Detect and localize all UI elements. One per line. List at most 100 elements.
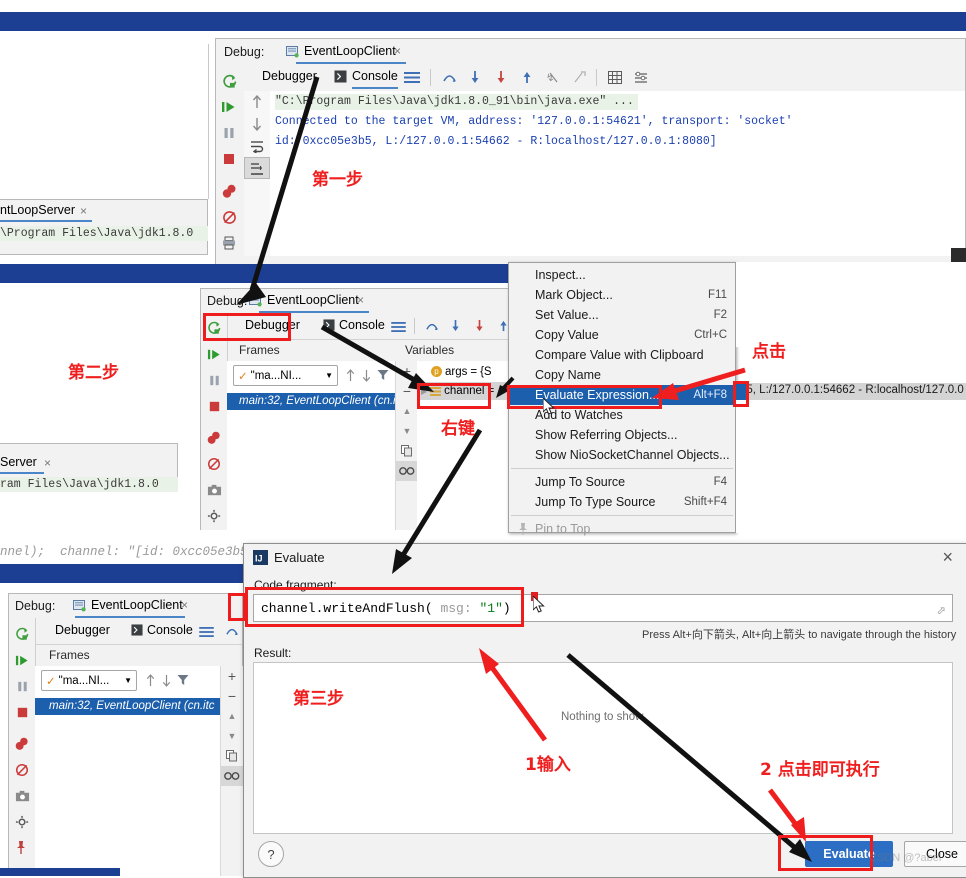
resume-icon-bottom[interactable] [9,647,35,673]
frames-down-icon-mid[interactable] [361,369,372,385]
context-menu-item-mark-object[interactable]: Mark Object... F11 [509,285,735,305]
screenshot-icon-bottom[interactable] [9,783,35,809]
context-menu-item-inspect[interactable]: Inspect... [509,265,735,285]
mute-breakpoints-icon[interactable] [216,204,242,230]
context-menu-item-show-referring-objects[interactable]: Show Referring Objects... [509,425,735,445]
stop-icon[interactable] [216,146,242,172]
mid-editor-selected-line[interactable]: System.out.println(""); [0,264,510,299]
down-arrow-icon[interactable] [244,113,270,135]
left-run-tab-server[interactable]: ntLoopServer × [0,202,120,222]
view-breakpoints-icon-mid[interactable] [201,425,227,451]
print-icon[interactable] [216,230,242,256]
mute-breakpoints-icon-bottom[interactable] [9,757,35,783]
settings-icon-mid[interactable] [201,503,227,529]
force-step-into-icon[interactable] [494,71,508,84]
step-over-icon-mid[interactable] [425,320,439,332]
settings-icon-top[interactable] [634,71,648,84]
frames-up-icon-mid[interactable] [345,369,356,385]
variable-row-channel[interactable]: ▶ channel = [417,382,511,400]
step-into-icon[interactable] [468,71,482,84]
tab-debugger-bottom[interactable]: Debugger [55,623,110,637]
move-up-icon-bottom[interactable]: ▲ [221,706,243,726]
tab-console-top[interactable]: Console [352,69,398,89]
left-run-tab-server-close[interactable]: × [80,204,87,218]
tab-debugger-top[interactable]: Debugger [262,69,317,83]
view-breakpoints-icon-bottom[interactable] [9,731,35,757]
help-button[interactable]: ? [258,841,284,867]
left-run-tab-server2-close[interactable]: × [44,456,51,470]
mute-breakpoints-icon-mid[interactable] [201,451,227,477]
soft-wrap-lines-icon[interactable] [244,135,270,157]
rerun-icon-mid[interactable] [201,315,227,341]
step-over-icon[interactable] [442,71,457,84]
bottom-editor-line-2[interactable]: ; [0,564,243,599]
rerun-icon[interactable] [216,68,242,94]
move-down-icon-mid[interactable]: ▼ [396,421,418,441]
context-menu-item-copy-value[interactable]: Copy Value Ctrl+C [509,325,735,345]
code-fragment-input[interactable]: channel.writeAndFlush( msg: "1") ⬀ [253,594,953,622]
up-arrow-icon[interactable] [244,91,270,113]
screenshot-icon-mid[interactable] [201,477,227,503]
frame-row-selected-bottom[interactable]: main:32, EventLoopClient (cn.itc [35,698,220,715]
soft-wrap-icon-top[interactable] [404,72,420,83]
force-step-into-icon-mid[interactable] [473,320,486,332]
move-up-icon-mid[interactable]: ▲ [396,401,418,421]
thread-combo-mid[interactable]: ✓ "ma...NI... ▼ [233,365,338,386]
inspect-icon-bottom[interactable] [221,766,243,786]
context-menu-item-compare-value[interactable]: Compare Value with Clipboard [509,345,735,365]
pause-icon-bottom[interactable] [9,673,35,699]
add-watch-icon-mid[interactable]: + [396,361,418,381]
resume-icon[interactable] [216,94,242,120]
pin-tool-window-icon-bottom[interactable] [9,835,35,861]
copy-icon-bottom[interactable] [221,746,243,766]
resume-icon-mid[interactable] [201,341,227,367]
tab-console-bottom[interactable]: Console [147,623,193,637]
debug-top-config-name[interactable]: EventLoopClient [304,44,396,58]
close-icon[interactable]: × [942,547,953,568]
view-breakpoints-icon[interactable] [216,178,242,204]
top-editor-line-2-selected[interactable]: System.out.println(""); [0,12,966,47]
run-to-cursor-icon[interactable] [572,71,586,84]
context-menu-item-jump-to-type-source[interactable]: Jump To Type Source Shift+F4 [509,492,735,512]
move-down-icon-bottom[interactable]: ▼ [221,726,243,746]
frames-filter-icon-bottom[interactable] [177,674,189,689]
pause-icon[interactable] [216,120,242,146]
context-menu-item-set-value[interactable]: Set Value... F2 [509,305,735,325]
inspect-icon-mid[interactable] [396,461,418,481]
debug-mid-config-close[interactable]: × [357,293,364,307]
variable-row-args[interactable]: p args = {S [417,363,511,380]
soft-wrap-icon-bottom[interactable] [199,626,214,637]
pause-icon-mid[interactable] [201,367,227,393]
soft-wrap-icon-mid[interactable] [391,321,406,332]
step-into-icon-mid[interactable] [449,320,462,332]
stop-icon-bottom[interactable] [9,699,35,725]
evaluate-icon[interactable] [608,71,622,84]
settings-icon-bottom[interactable] [9,809,35,835]
thread-combo-bottom[interactable]: ✓ "ma...NI... ▼ [41,670,137,691]
debug-mid-config-name[interactable]: EventLoopClient [267,293,359,307]
rerun-icon-bottom[interactable] [9,621,35,647]
debug-top-console-output[interactable]: "C:\Program Files\Java\jdk1.8.0_91\bin\j… [270,91,965,256]
chevron-down-icon-bottom[interactable]: ▼ [124,676,132,685]
step-over-icon-bottom[interactable] [225,625,239,637]
debug-bottom-config-close[interactable]: × [181,598,188,612]
context-menu-item-show-channel-objects[interactable]: Show NioSocketChannel Objects... [509,445,735,465]
scroll-to-end-icon[interactable] [244,157,270,179]
context-menu-item-jump-to-source[interactable]: Jump To Source F4 [509,472,735,492]
remove-watch-icon-bottom[interactable]: − [221,686,243,706]
frames-up-icon-bottom[interactable] [145,674,156,690]
copy-icon-mid[interactable] [396,441,418,461]
step-out-icon[interactable] [520,71,534,84]
stop-icon-mid[interactable] [201,393,227,419]
expand-editor-icon[interactable]: ⬀ [937,604,946,617]
chevron-down-icon-mid[interactable]: ▼ [325,371,333,380]
add-watch-icon-bottom[interactable]: + [221,666,243,686]
tab-console-mid[interactable]: Console [339,318,385,332]
drop-frame-icon[interactable]: ↯ [546,71,560,84]
remove-watch-icon-mid[interactable]: − [396,381,418,401]
result-pane[interactable]: Nothing to show [253,662,953,834]
debug-bottom-config-name[interactable]: EventLoopClient [91,598,183,612]
frame-row-selected-mid[interactable]: main:32, EventLoopClient (cn.itc [227,393,395,410]
tab-debugger-mid[interactable]: Debugger [245,318,300,332]
frames-down-icon-bottom[interactable] [161,674,172,690]
